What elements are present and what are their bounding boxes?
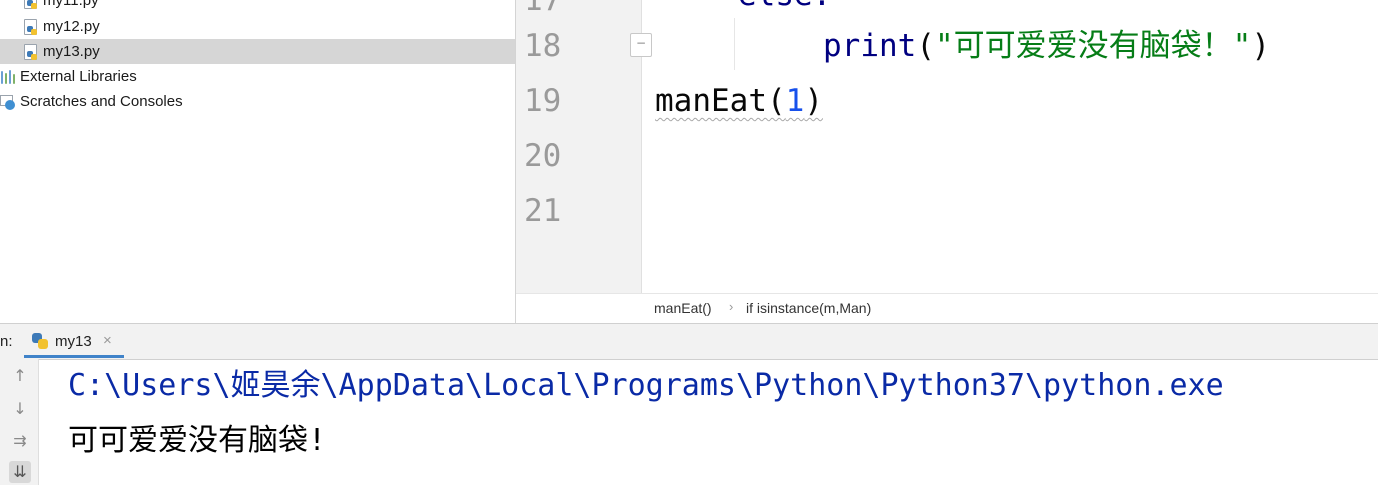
tree-item-external-libraries[interactable]: External Libraries: [0, 64, 515, 89]
python-file-icon: [22, 44, 38, 60]
arrow-up-icon[interactable]: ↑: [9, 365, 31, 387]
code-function-call: manEat: [655, 83, 767, 119]
python-file-icon: [22, 19, 38, 35]
line-number: 21: [524, 193, 562, 229]
scroll-to-end-icon[interactable]: ⇊: [9, 461, 31, 483]
run-toolbar: ↑ ↓ ⇉ ⇊: [0, 359, 39, 485]
breadcrumb: manEat() › if isinstance(m,Man): [516, 293, 1378, 323]
project-tree-panel: my11.py my12.py my13.py External Librari…: [0, 0, 515, 323]
code-paren: (: [766, 83, 786, 119]
code-paren: ): [804, 83, 823, 119]
scratches-icon: [0, 94, 16, 110]
tree-item-label: my12.py: [43, 18, 100, 35]
code-function: print: [823, 28, 917, 64]
tab-label: my13: [55, 333, 92, 350]
tree-item-label: External Libraries: [20, 68, 137, 85]
console-output[interactable]: C:\Users\姬昊余\AppData\Local\Programs\Pyth…: [39, 359, 1378, 485]
code-paren: (: [916, 28, 935, 64]
fold-collapse-icon[interactable]: −: [630, 33, 652, 57]
console-output-line: 可可爱爱没有脑袋!: [68, 423, 327, 458]
code-string: "可可爱爱没有脑袋！": [935, 28, 1252, 64]
line-number: 19: [524, 83, 562, 119]
tree-item-label: my13.py: [43, 43, 100, 60]
run-label: n:: [0, 333, 13, 350]
code-line-19: manEat(1): [655, 81, 823, 121]
tree-item-label: my11.py: [43, 0, 99, 9]
code-paren: ): [1251, 28, 1270, 64]
tree-item-scratches[interactable]: Scratches and Consoles: [0, 89, 515, 114]
breadcrumb-separator: ›: [729, 299, 734, 314]
soft-wrap-icon[interactable]: ⇉: [9, 430, 31, 452]
tree-item-my12[interactable]: my12.py: [0, 14, 515, 39]
code-keyword: else:: [738, 0, 831, 13]
code-editor[interactable]: 17 18 19 20 21 − else: print("可可爱爱没有脑袋！"…: [515, 0, 1378, 323]
tree-item-my11[interactable]: my11.py: [0, 0, 515, 13]
close-icon[interactable]: ×: [103, 332, 112, 349]
indent-guide: [734, 18, 735, 70]
line-number-gutter: 17 18 19 20 21: [516, 0, 642, 293]
line-number: 18: [524, 28, 562, 64]
code-number: 1: [785, 83, 805, 119]
python-icon: [32, 333, 48, 349]
tree-item-my13[interactable]: my13.py: [0, 39, 515, 64]
breadcrumb-item[interactable]: manEat(): [654, 300, 712, 316]
breadcrumb-item[interactable]: if isinstance(m,Man): [746, 300, 871, 316]
line-number: 20: [524, 138, 562, 174]
python-file-icon: [22, 0, 38, 9]
tree-item-label: Scratches and Consoles: [20, 93, 183, 110]
code-line-17: else:: [738, 0, 831, 15]
console-command-line: C:\Users\姬昊余\AppData\Local\Programs\Pyth…: [68, 368, 1224, 403]
arrow-down-icon[interactable]: ↓: [9, 398, 31, 420]
libraries-icon: [0, 69, 16, 85]
tab-my13[interactable]: my13 ×: [24, 324, 124, 358]
line-number: 17: [524, 0, 562, 18]
run-tool-window-header: n: my13 ×: [0, 323, 1378, 360]
code-line-18: print("可可爱爱没有脑袋！"): [823, 26, 1270, 66]
